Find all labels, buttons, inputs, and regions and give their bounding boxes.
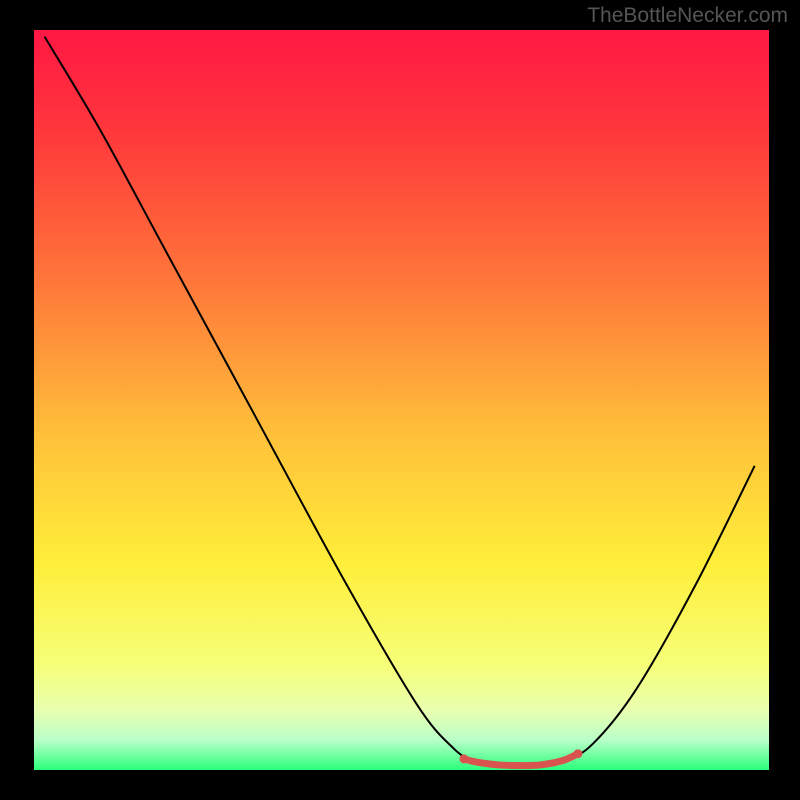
chart-svg xyxy=(34,30,769,770)
gradient-rect xyxy=(34,30,769,770)
chart-plot-area xyxy=(34,30,769,770)
marker-dot xyxy=(573,749,582,758)
watermark-text: TheBottleNecker.com xyxy=(587,4,788,28)
marker-dot xyxy=(459,754,468,763)
